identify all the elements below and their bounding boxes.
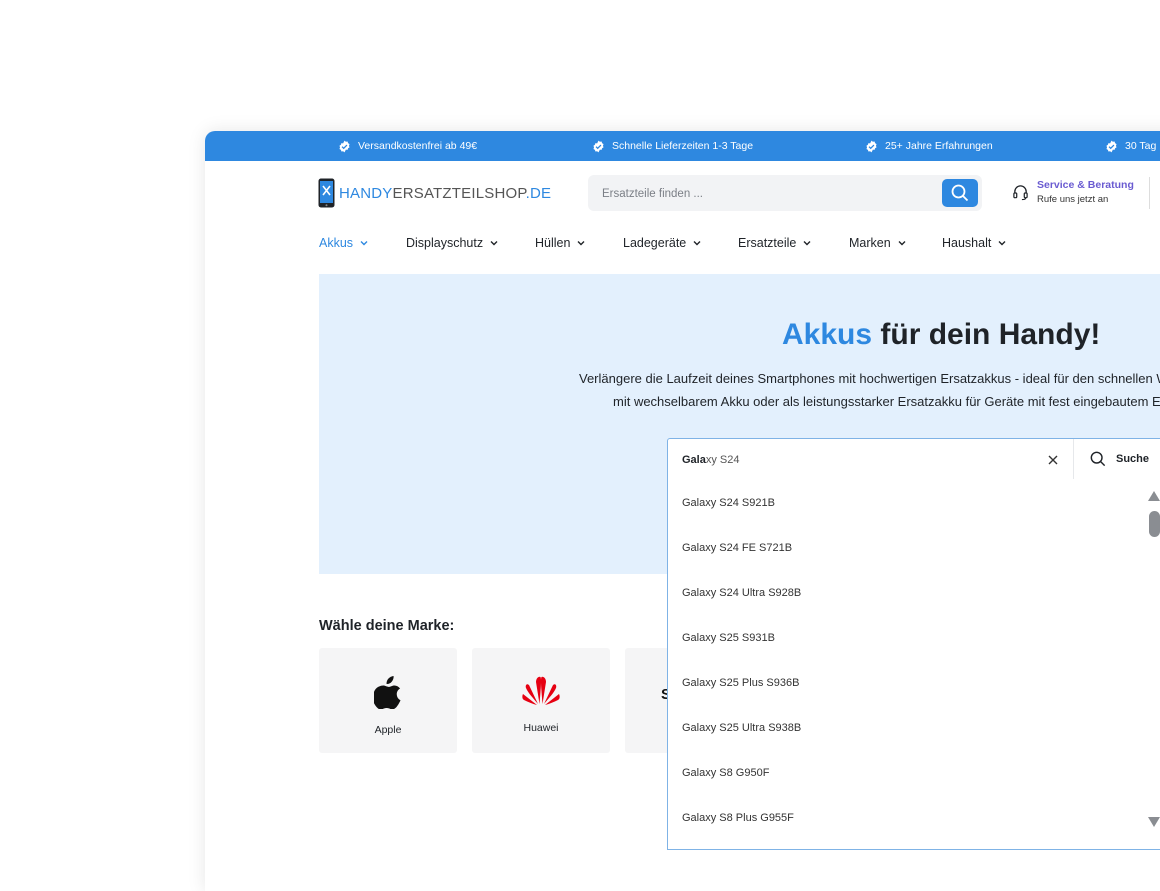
badge-check-icon [1106,140,1117,152]
service-subtitle: Rufe uns jetzt an [1037,194,1109,205]
chevron-down-icon [693,241,701,246]
usp-item: Schnelle Lieferzeiten 1-3 Tage [592,131,753,161]
search-autocomplete: Galaxy S24 Suche Galaxy S24 S921B Galaxy… [667,438,1160,850]
brand-card-huawei[interactable]: Huawei [472,648,610,753]
hero-text-line1: Verlängere die Laufzeit deines Smartphon… [579,371,1160,386]
chevron-down-icon [803,241,811,246]
search-input[interactable] [600,175,934,213]
service-contact[interactable]: Service & Beratung Rufe uns jetzt an [1012,179,1134,205]
site-header: HANDYERSATZTEILSHOP.DE Service & Beratun… [205,161,1160,223]
apple-logo-icon [374,676,401,709]
autocomplete-result[interactable]: Galaxy S8 Plus G955F [682,812,794,824]
usp-item: Versandkostenfrei ab 49€ [338,131,477,161]
search-icon [1090,451,1106,467]
chevron-down-icon [998,241,1006,246]
autocomplete-result[interactable]: Galaxy S25 Plus S936B [682,677,799,689]
phone-logo-icon [318,178,335,208]
chevron-down-icon [490,241,498,246]
usp-bar: Versandkostenfrei ab 49€ Schnelle Liefer… [205,131,1160,161]
site-logo[interactable]: HANDYERSATZTEILSHOP.DE [318,177,551,209]
usp-text: Versandkostenfrei ab 49€ [358,140,478,152]
badge-check-icon [339,140,350,152]
autocomplete-result[interactable]: Galaxy S24 Ultra S928B [682,587,801,599]
huawei-logo-icon [522,676,560,705]
brand-label: Apple [374,724,402,736]
chevron-down-icon [898,241,906,246]
autocomplete-query[interactable]: Galaxy S24 [682,454,740,466]
close-icon[interactable] [1046,453,1060,467]
nav-item-marken[interactable]: Marken [849,223,907,263]
usp-item: 30 Tag [1105,131,1156,161]
headset-icon [1013,184,1028,200]
badge-check-icon [593,140,604,152]
logo-wordmark: HANDYERSATZTEILSHOP.DE [339,184,552,202]
main-nav: Akkus Displayschutz Hüllen Ladegeräte Er… [205,223,1160,263]
autocomplete-result[interactable]: Galaxy S24 FE S721B [682,542,792,554]
usp-text: 30 Tag [1125,140,1157,152]
badge-check-icon [866,140,877,152]
hero-text-line2: mit wechselbarem Akku oder als leistungs… [613,394,1160,409]
autocomplete-result[interactable]: Galaxy S25 S931B [682,632,775,644]
scrollbar-thumb[interactable] [1149,511,1160,537]
nav-item-displayschutz[interactable]: Displayschutz [406,223,499,263]
usp-text: Schnelle Lieferzeiten 1-3 Tage [612,140,754,152]
hero-title: Akkus für dein Handy! [782,318,1101,351]
chevron-down-icon [577,241,585,246]
chevron-down-icon [360,241,368,246]
search-icon [951,184,969,202]
usp-item: 25+ Jahre Erfahrungen [865,131,993,161]
nav-item-haushalt[interactable]: Haushalt [942,223,1007,263]
header-search [588,175,982,213]
nav-item-huellen[interactable]: Hüllen [535,223,586,263]
header-divider [1149,177,1150,209]
autocomplete-result[interactable]: Galaxy S25 Ultra S938B [682,722,801,734]
brand-heading: Wähle deine Marke: [319,618,455,634]
autocomplete-result[interactable]: Galaxy S8 G950F [682,767,769,779]
brand-label: Huawei [523,722,559,734]
nav-item-akkus[interactable]: Akkus [319,223,369,263]
nav-item-ladegeraete[interactable]: Ladegeräte [623,223,702,263]
brand-card-apple[interactable]: Apple [319,648,457,753]
service-title: Service & Beratung [1037,179,1134,191]
scroll-up-arrow[interactable] [1148,491,1160,501]
nav-item-ersatzteile[interactable]: Ersatzteile [738,223,812,263]
search-button[interactable] [942,179,978,207]
autocomplete-result[interactable]: Galaxy S24 S921B [682,497,775,509]
usp-text: 25+ Jahre Erfahrungen [885,140,993,152]
scroll-down-arrow[interactable] [1148,817,1160,827]
autocomplete-search-button[interactable]: Suche [1073,439,1160,479]
